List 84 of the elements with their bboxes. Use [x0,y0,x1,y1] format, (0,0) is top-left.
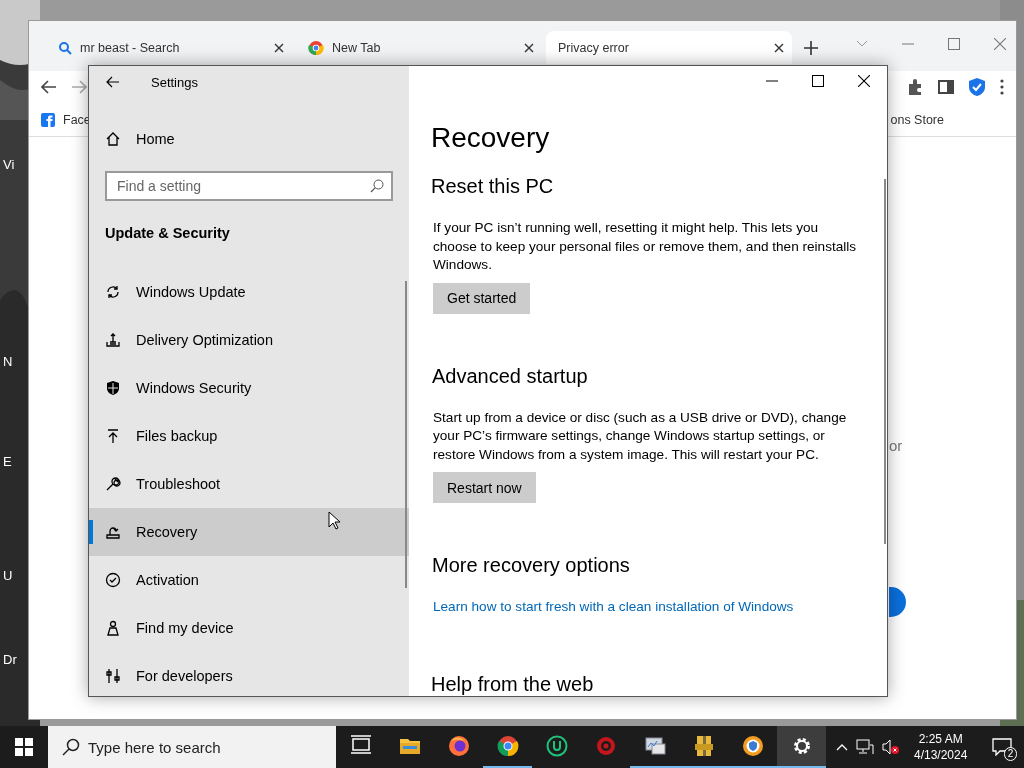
search-icon [58,40,72,55]
action-button[interactable]: Restart now [433,472,536,503]
menu-icon[interactable] [1000,79,1004,95]
side-panel-icon[interactable] [938,79,954,95]
maximize-icon[interactable] [812,75,824,87]
sidebar-item[interactable]: For developers [89,652,409,696]
round-button[interactable] [889,587,906,617]
browser-tab[interactable]: mr beast - Search [46,31,292,64]
sidebar-item[interactable]: Windows Update [89,268,409,316]
sidebar-item[interactable]: Troubleshoot [89,460,409,508]
taskbar-button[interactable] [777,726,826,768]
check-circle-icon [105,572,121,588]
desktop-icon-label: U [3,568,13,583]
facebook-icon [41,112,55,127]
scrollbar[interactable] [884,179,886,544]
new-tab-icon[interactable] [804,41,818,55]
pointer-icon [328,511,340,530]
gear-logo-icon [594,735,617,757]
wrench-icon [105,476,121,492]
search-field[interactable]: Find a setting [105,171,393,201]
notification-icon[interactable] [992,738,1013,756]
browser-tab[interactable]: New Tab [296,31,542,64]
clock-time: 2:25 AM [918,731,963,747]
desktop-icon-label: N [3,354,13,369]
monitor-icon [643,735,666,757]
section-heading: Help from the web [431,672,595,695]
shield-icon [105,380,121,396]
sidebar-item[interactable]: Delivery Optimization [89,316,409,364]
search-field[interactable]: Type here to search [48,726,336,768]
search-icon [370,179,384,193]
bookmark[interactable]: ons Store [890,112,944,127]
section-heading: More recovery options [431,553,631,577]
shield-icon[interactable] [968,77,986,97]
muted-speaker-icon[interactable] [882,739,900,755]
archive-icon [692,735,715,757]
close-icon[interactable] [524,42,534,53]
clock-date: 4/13/2024 [914,747,968,763]
network-icon[interactable] [856,739,874,755]
person-icon [105,620,121,636]
search-icon [62,738,80,756]
close-icon[interactable] [774,42,784,53]
sidebar-item[interactable]: Windows Security [89,364,409,412]
task-view-icon [349,735,372,757]
windows-logo-icon[interactable] [15,738,33,756]
sidebar-item[interactable]: Recovery [89,508,409,556]
back-icon[interactable] [41,80,57,94]
upload-tray-icon [105,332,121,348]
sidebar-item[interactable]: Files backup [89,412,409,460]
action-button[interactable]: Get started [433,282,531,314]
caret-up-icon[interactable] [836,743,848,751]
close-icon[interactable] [274,42,284,53]
notification-count: 2 [1003,747,1018,761]
help-link[interactable]: Learn how to start fresh with a clean installation of Windows [433,598,794,617]
developer-tools-icon [105,668,121,684]
recovery-icon [105,524,121,540]
description-text: If your PC isn’t running well, resetting it might help. This lets you choose to keep your personal files or remove them, and then reinstalls Windows. [432,219,858,274]
desktop-icon-label: Dr [3,652,17,667]
caret-icon[interactable] [856,40,868,48]
firefox-icon [447,735,470,757]
page-title: Recovery [431,121,551,155]
scrollbar[interactable] [405,281,407,588]
description-text: Start up from a device or disc (such as a USB drive or DVD), change your PC’s firmware settings, change Windows startup settings, or restore Windows from a system image. This will restart your PC. [432,408,848,464]
page-text: or [889,437,903,454]
puzzle-icon[interactable] [906,78,924,96]
home-link[interactable]: Home [89,119,409,159]
back-icon[interactable] [106,76,120,88]
desktop-icon-label: E [3,454,12,469]
forward-icon[interactable] [71,80,87,94]
sidebar-item[interactable]: Find my device [89,604,409,652]
window-title: Settings [151,74,198,90]
section-heading: Update & Security [105,224,231,243]
browser-tab[interactable]: Privacy error [546,31,792,64]
circle-logo-icon [545,735,568,757]
browser-logo-icon [741,735,764,757]
section-heading: Advanced startup [431,363,589,388]
sidebar-item[interactable]: Activation [89,556,409,604]
upload-arrow-icon [105,428,121,444]
chrome-icon [496,735,519,757]
close-icon[interactable] [858,75,870,87]
section-heading: Reset this PC [431,174,555,198]
chrome-icon [308,39,324,56]
sync-icon [105,284,121,300]
home-icon [105,131,121,147]
desktop-icon-label: Vi [3,157,15,172]
